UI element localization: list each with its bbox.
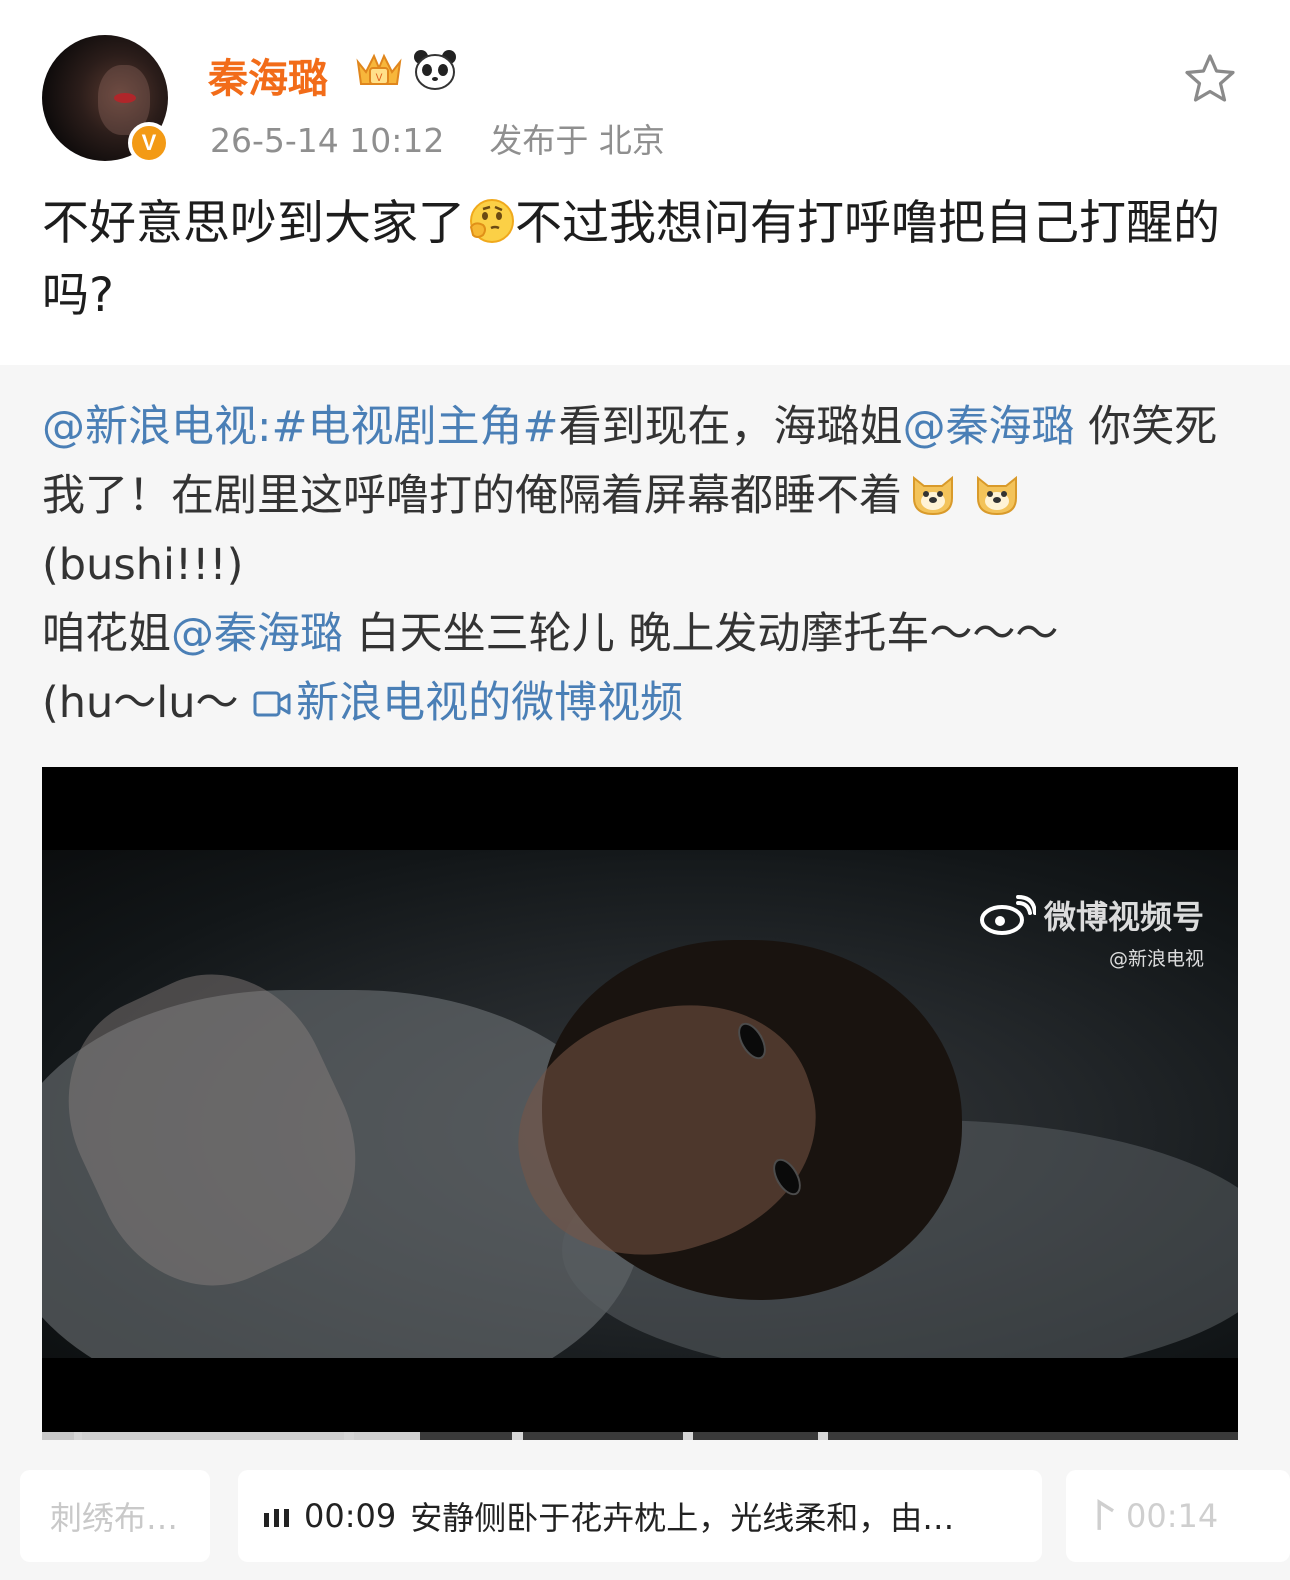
avatar-lips — [114, 93, 136, 103]
mention-qinhailu-1[interactable]: @秦海璐 — [903, 402, 1075, 452]
video-player[interactable]: 微博视频号 @新浪电视 — [42, 767, 1238, 1433]
watermark-title: 微博视频号 — [1043, 898, 1204, 936]
post-text: 不好意思吵到大家了 不过我想问有打呼噜把自己打醒的吗? — [42, 188, 1248, 332]
video-chapter-progress[interactable] — [42, 1432, 1238, 1440]
weibo-logo-icon — [979, 895, 1036, 935]
video-link-icon — [253, 691, 291, 717]
subtitle-strip: 刺绣布… 00:09 安静侧卧于花卉枕上，光线柔和，由… 00:14 — [0, 1470, 1290, 1562]
repost-card[interactable]: @新浪电视:#电视剧主角#看到现在，海璐姐@秦海璐 你笑死我了！在剧里这呼噜打的… — [0, 365, 1290, 1580]
video-link-label: 新浪电视的微博视频 — [296, 678, 684, 728]
username[interactable]: 秦海璐 — [208, 46, 328, 104]
progress-segment — [420, 1432, 512, 1440]
doge-emoji — [977, 475, 1017, 516]
watermark-sub: @新浪电视 — [1108, 948, 1204, 970]
subtitle-prev[interactable]: 刺绣布… — [20, 1470, 210, 1562]
hashtag[interactable]: #电视剧主角# — [272, 402, 559, 452]
subtitle-time: 00:09 — [304, 1497, 397, 1535]
subtitle-next[interactable]: 00:14 — [1066, 1470, 1290, 1562]
repost-text: @新浪电视:#电视剧主角#看到现在，海璐姐@秦海璐 你笑死我了！在剧里这呼噜打的… — [42, 393, 1248, 738]
audio-bars-icon — [264, 1509, 289, 1527]
post-text-part1: 不好意思吵到大家了 — [42, 196, 465, 251]
repost-text-c: (bushi!!!) — [42, 540, 244, 590]
verified-badge: V — [128, 122, 170, 164]
video-watermark: 微博视频号 @新浪电视 — [978, 892, 1204, 971]
star-icon[interactable] — [1183, 52, 1237, 106]
mention-source[interactable]: @新浪电视 — [42, 402, 257, 452]
panda-icon — [414, 50, 456, 90]
video-link[interactable]: 新浪电视的微博视频 — [252, 678, 683, 728]
crown-icon: Ⅴ — [356, 53, 402, 85]
mention-qinhailu-2[interactable]: @秦海璐 — [171, 609, 343, 659]
colon: : — [257, 402, 272, 452]
note-icon — [1097, 1499, 1114, 1530]
post-date: 26-5-14 10:12 — [210, 121, 445, 160]
progress-segment — [82, 1432, 344, 1440]
subtitle-current[interactable]: 00:09 安静侧卧于花卉枕上，光线柔和，由… — [238, 1470, 1042, 1562]
subtitle-current-text: 安静侧卧于花卉枕上，光线柔和，由… — [410, 1499, 955, 1537]
post-meta: 26-5-14 10:12 发布于 北京 — [210, 114, 665, 162]
progress-segment — [693, 1432, 818, 1440]
subtitle-prev-text: 刺绣布… — [50, 1499, 179, 1537]
repost-text-e: 白天坐三轮儿 晚上发动摩托车～～～ — [343, 609, 1059, 659]
repost-text-d: 咱花姐 — [42, 609, 171, 659]
post-location: 发布于 北京 — [489, 121, 665, 160]
progress-segment — [828, 1432, 1238, 1440]
progress-segment — [354, 1432, 420, 1440]
post-header: V 秦海璐 Ⅴ 26-5-14 10:12 发布于 北京 不好意思吵到大家了 不… — [0, 0, 1290, 365]
svg-text:Ⅴ: Ⅴ — [376, 73, 383, 84]
progress-segment — [42, 1432, 74, 1440]
progress-segment — [523, 1432, 683, 1440]
repost-text-f: (hu～lu～ — [42, 678, 253, 728]
doge-emoji — [913, 475, 953, 516]
repost-text-a: 看到现在，海璐姐 — [558, 402, 903, 452]
subtitle-next-time: 00:14 — [1126, 1497, 1219, 1535]
thinking-emoji — [469, 199, 514, 243]
video-frame: 微博视频号 @新浪电视 — [42, 850, 1238, 1358]
